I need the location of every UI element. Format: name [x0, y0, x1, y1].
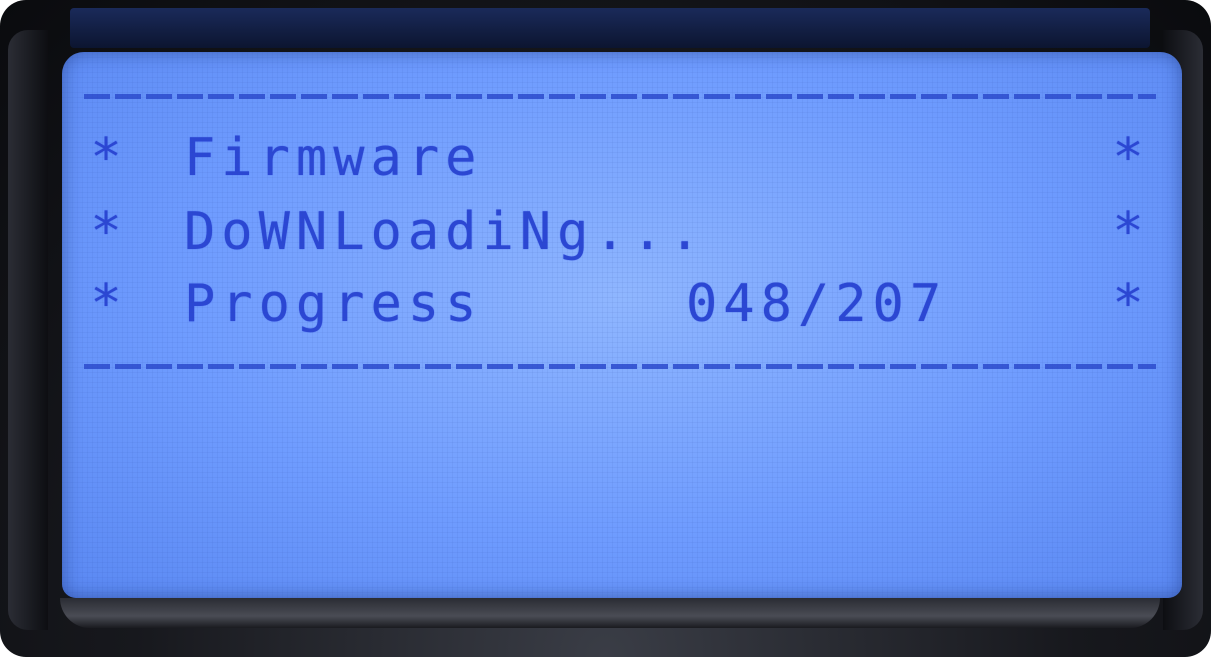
- lcd-line-firmware: * Firmware *: [84, 128, 1156, 188]
- asterisk-left: *: [90, 128, 128, 188]
- bezel-top-strip: [70, 8, 1150, 48]
- downloading-label: DoWNLoadiNg...: [184, 202, 707, 262]
- lcd-screen: * Firmware * * DoWNLoadiNg... * * Progre…: [62, 52, 1182, 598]
- top-dashed-rule: [84, 94, 1156, 99]
- asterisk-right: *: [1112, 274, 1150, 334]
- asterisk-left: *: [90, 202, 128, 262]
- asterisk-right: *: [1112, 202, 1150, 262]
- bezel-left-edge: [8, 30, 48, 630]
- lcd-line-progress: * Progress 048/207 *: [84, 274, 1156, 334]
- device-bezel: * Firmware * * DoWNLoadiNg... * * Progre…: [0, 0, 1211, 657]
- asterisk-left: *: [90, 274, 128, 334]
- bezel-bottom-lip: [60, 598, 1160, 628]
- asterisk-right: *: [1112, 128, 1150, 188]
- progress-label: Progress: [184, 274, 483, 334]
- lcd-line-downloading: * DoWNLoadiNg... *: [84, 202, 1156, 262]
- bottom-dashed-rule: [84, 364, 1156, 369]
- firmware-label: Firmware: [184, 128, 483, 188]
- progress-counter: 048/207: [686, 274, 948, 334]
